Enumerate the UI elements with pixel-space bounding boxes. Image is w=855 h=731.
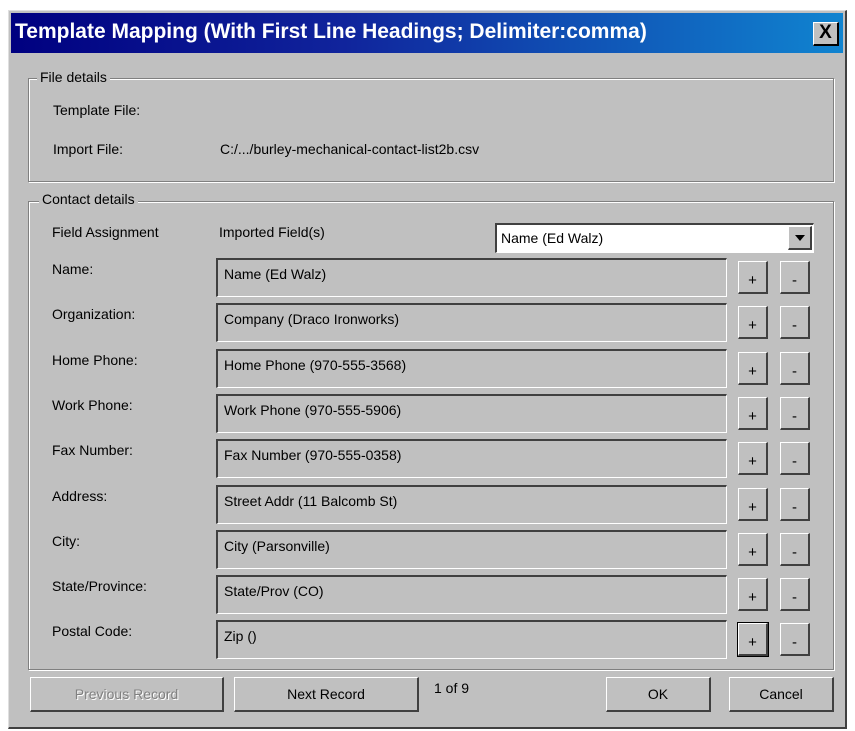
remove-field-button-state-province[interactable]: - [780, 578, 810, 611]
dropdown-arrow-icon[interactable] [788, 226, 812, 250]
remove-field-button-home-phone[interactable]: - [780, 352, 810, 385]
template-file-label: Template File: [53, 102, 141, 118]
remove-field-button-city[interactable]: - [780, 533, 810, 566]
close-button[interactable]: X [813, 22, 839, 46]
title-bar[interactable]: Template Mapping (With First Line Headin… [11, 13, 843, 53]
imported-field-state-province[interactable]: State/Prov (CO) [216, 575, 727, 614]
add-field-button-city[interactable]: + [738, 533, 768, 566]
dialog-title: Template Mapping (With First Line Headin… [15, 20, 647, 43]
add-field-button-fax-number[interactable]: + [738, 442, 768, 475]
imported-fields-header: Imported Field(s) [219, 224, 325, 240]
template-mapping-dialog: Template Mapping (With First Line Headin… [8, 10, 847, 729]
imported-field-city[interactable]: City (Parsonville) [216, 530, 727, 569]
row-label-organization: Organization: [52, 306, 136, 322]
row-label-postal-code: Postal Code: [52, 623, 133, 639]
imported-field-name[interactable]: Name (Ed Walz) [216, 258, 727, 297]
imported-field-select-value: Name (Ed Walz) [501, 230, 604, 246]
add-field-button-name[interactable]: + [738, 261, 768, 294]
cancel-button[interactable]: Cancel [729, 677, 834, 712]
import-file-label: Import File: [53, 141, 124, 157]
row-label-fax-number: Fax Number: [52, 442, 133, 458]
imported-field-address[interactable]: Street Addr (11 Balcomb St) [216, 485, 727, 524]
contact-details-legend: Contact details [39, 191, 138, 207]
import-file-value: C:/.../burley-mechanical-contact-list2b.… [220, 141, 480, 157]
remove-field-button-fax-number[interactable]: - [780, 442, 810, 475]
file-details-legend: File details [37, 69, 110, 85]
add-field-button-state-province[interactable]: + [738, 578, 768, 611]
imported-field-postal-code[interactable]: Zip () [216, 620, 727, 659]
row-label-home-phone: Home Phone: [52, 352, 138, 368]
remove-field-button-postal-code[interactable]: - [780, 623, 810, 656]
row-label-name: Name: [52, 261, 94, 277]
remove-field-button-name[interactable]: - [780, 261, 810, 294]
previous-record-button[interactable]: Previous Record [30, 677, 224, 712]
imported-field-work-phone[interactable]: Work Phone (970-555-5906) [216, 394, 727, 433]
remove-field-button-organization[interactable]: - [780, 306, 810, 339]
row-label-state-province: State/Province: [52, 578, 147, 594]
imported-field-organization[interactable]: Company (Draco Ironworks) [216, 303, 727, 342]
imported-field-home-phone[interactable]: Home Phone (970-555-3568) [216, 349, 727, 388]
imported-field-fax-number[interactable]: Fax Number (970-555-0358) [216, 439, 727, 478]
add-field-button-work-phone[interactable]: + [738, 397, 768, 430]
imported-field-select[interactable]: Name (Ed Walz) [495, 223, 814, 253]
ok-button[interactable]: OK [606, 677, 711, 712]
record-counter: 1 of 9 [434, 680, 470, 696]
row-label-address: Address: [52, 488, 108, 504]
file-details-group: File details Template File: Import File:… [28, 69, 834, 182]
remove-field-button-address[interactable]: - [780, 488, 810, 521]
row-label-work-phone: Work Phone: [52, 397, 133, 413]
add-field-button-address[interactable]: + [738, 488, 768, 521]
add-field-button-postal-code[interactable]: + [737, 622, 769, 657]
remove-field-button-work-phone[interactable]: - [780, 397, 810, 430]
row-label-city: City: [52, 533, 80, 549]
field-assignment-header: Field Assignment [52, 224, 159, 240]
next-record-button[interactable]: Next Record [234, 677, 419, 712]
add-field-button-organization[interactable]: + [738, 306, 768, 339]
add-field-button-home-phone[interactable]: + [738, 352, 768, 385]
